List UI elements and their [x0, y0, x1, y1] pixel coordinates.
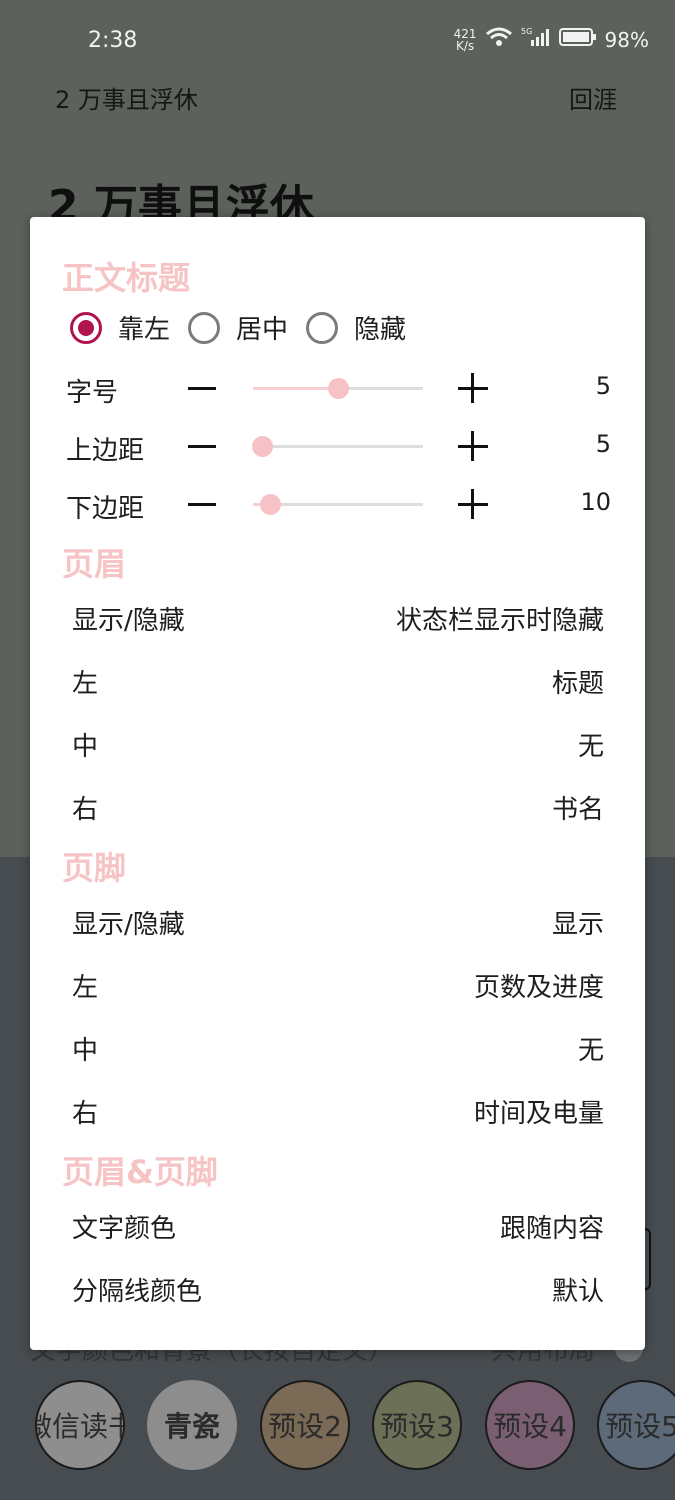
hf-row-text-color[interactable]: 文字颜色 跟随内容 — [72, 1208, 604, 1245]
battery-percent: 98% — [604, 27, 649, 52]
decrease-button[interactable] — [186, 368, 220, 408]
slider-value: 10 — [580, 488, 611, 516]
reader-header-chapter: 2 万事且浮休 — [55, 86, 198, 114]
slider-thumb[interactable] — [251, 436, 273, 457]
radio-label-hide: 隐藏 — [354, 315, 407, 345]
preset-label: 微信读书 — [37, 1410, 123, 1443]
row-value: 标题 — [551, 669, 604, 699]
preset-weixin[interactable]: 微信读书 — [35, 1380, 125, 1470]
slider-label: 字号 — [66, 378, 119, 408]
footer-row-center[interactable]: 中 无 — [72, 1030, 604, 1067]
preset-2[interactable]: 预设2 — [260, 1380, 350, 1470]
slider-thumb[interactable] — [260, 494, 281, 515]
radio-align-left[interactable] — [70, 311, 102, 344]
row-value: 显示 — [551, 910, 604, 940]
increase-button[interactable] — [456, 426, 490, 466]
preset-list: 微信读书 青瓷 预设2 预设3 预设4 预设5 — [0, 1380, 675, 1470]
row-label: 中 — [72, 732, 99, 762]
slider-track[interactable] — [253, 378, 423, 399]
row-value: 无 — [577, 1036, 604, 1066]
title-header-footer-dialog: 正文标题 靠左 居中 隐藏 字号 5 上边距 5 下边距 10 页眉 显示/隐藏… — [30, 217, 645, 1350]
header-row-right[interactable]: 右 书名 — [72, 789, 604, 826]
header-row-left[interactable]: 左 标题 — [72, 663, 604, 700]
header-row-visibility[interactable]: 显示/隐藏 状态栏显示时隐藏 — [72, 600, 604, 637]
section-heading-footer: 页脚 — [62, 849, 127, 887]
row-label: 分隔线颜色 — [72, 1277, 203, 1307]
signal-icon: 5G — [521, 26, 551, 53]
slider-track[interactable] — [251, 436, 423, 457]
row-value: 默认 — [551, 1277, 604, 1307]
slider-label: 下边距 — [66, 494, 145, 524]
hf-row-divider-color[interactable]: 分隔线颜色 默认 — [72, 1271, 604, 1308]
radio-label-left: 靠左 — [118, 315, 171, 345]
reader-header-book: 回涯 — [569, 86, 617, 114]
header-row-center[interactable]: 中 无 — [72, 726, 604, 763]
row-label: 左 — [72, 973, 99, 1003]
row-value: 状态栏显示时隐藏 — [395, 606, 604, 636]
row-label: 显示/隐藏 — [72, 606, 185, 636]
net-speed-value: 421 — [453, 26, 477, 41]
row-value: 无 — [577, 732, 604, 762]
row-label: 左 — [72, 669, 99, 699]
increase-button[interactable] — [456, 368, 490, 408]
status-bar: 2:38 421 K/s 5G 98% — [0, 0, 675, 80]
footer-row-right[interactable]: 右 时间及电量 — [72, 1093, 604, 1130]
radio-align-center[interactable] — [188, 311, 221, 344]
row-label: 显示/隐藏 — [72, 910, 185, 940]
preset-3[interactable]: 预设3 — [372, 1380, 462, 1470]
row-value: 跟随内容 — [499, 1214, 604, 1244]
wifi-icon — [485, 26, 513, 53]
net-speed-unit: K/s — [456, 38, 475, 53]
slider-row-font-size: 字号 5 — [66, 368, 611, 408]
section-heading-title: 正文标题 — [62, 259, 191, 297]
net-speed: 421 K/s — [454, 28, 477, 52]
slider-row-top-margin: 上边距 5 — [66, 426, 611, 466]
slider-thumb[interactable] — [328, 378, 349, 399]
row-label: 文字颜色 — [72, 1214, 177, 1244]
row-value: 时间及电量 — [473, 1099, 604, 1129]
decrease-button[interactable] — [186, 426, 220, 466]
radio-label-center: 居中 — [236, 315, 289, 345]
slider-track[interactable] — [253, 494, 423, 515]
preset-label: 青瓷 — [163, 1410, 220, 1443]
status-icons: 421 K/s 5G 98% — [454, 26, 649, 53]
slider-value: 5 — [595, 372, 611, 400]
row-value: 页数及进度 — [473, 973, 604, 1003]
row-value: 书名 — [551, 795, 604, 825]
footer-row-visibility[interactable]: 显示/隐藏 显示 — [72, 904, 604, 941]
preset-label: 预设4 — [493, 1410, 567, 1443]
slider-label: 上边距 — [66, 436, 145, 466]
increase-button[interactable] — [456, 484, 490, 524]
svg-text:5G: 5G — [521, 27, 532, 36]
slider-row-bottom-margin: 下边距 10 — [66, 484, 611, 524]
preset-label: 预设3 — [380, 1410, 454, 1443]
row-label: 右 — [72, 795, 99, 825]
preset-label: 预设5 — [605, 1410, 675, 1443]
section-heading-header: 页眉 — [62, 545, 127, 583]
row-label: 右 — [72, 1099, 99, 1129]
preset-label: 预设2 — [268, 1410, 342, 1443]
section-heading-header-footer: 页眉&页脚 — [62, 1153, 218, 1191]
radio-hide[interactable] — [306, 311, 339, 344]
battery-icon — [558, 26, 597, 53]
slider-fill — [253, 387, 338, 390]
slider-value: 5 — [595, 430, 611, 458]
preset-qingci[interactable]: 青瓷 — [147, 1380, 237, 1470]
preset-5[interactable]: 预设5 — [597, 1380, 675, 1470]
row-label: 中 — [72, 1036, 99, 1066]
footer-row-left[interactable]: 左 页数及进度 — [72, 967, 604, 1004]
status-time: 2:38 — [88, 28, 138, 53]
preset-4[interactable]: 预设4 — [485, 1380, 575, 1470]
decrease-button[interactable] — [186, 484, 220, 524]
title-align-radio-group: 靠左 居中 隐藏 — [70, 309, 424, 346]
